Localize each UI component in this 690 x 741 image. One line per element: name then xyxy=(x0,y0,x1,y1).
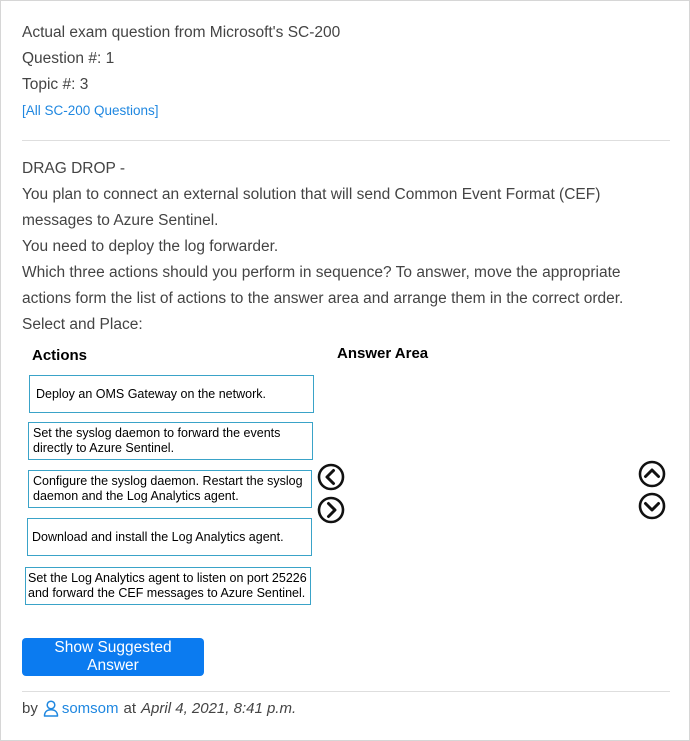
move-left-button[interactable] xyxy=(317,463,345,491)
action-item[interactable]: Configure the syslog daemon. Restart the… xyxy=(28,470,312,508)
divider xyxy=(22,691,670,692)
question-meta: Actual exam question from Microsoft's SC… xyxy=(22,20,340,124)
answer-area-heading: Answer Area xyxy=(337,345,429,362)
chevron-down-icon xyxy=(638,492,666,520)
topic-number: Topic #: 3 xyxy=(22,76,89,93)
user-icon xyxy=(43,700,59,717)
question-instruction: Select and Place: xyxy=(22,316,143,333)
question-text: DRAG DROP - You plan to connect an exter… xyxy=(22,156,672,338)
show-suggested-answer-button[interactable]: Show Suggested Answer xyxy=(22,638,204,676)
at-label: at xyxy=(123,700,137,717)
move-down-button[interactable] xyxy=(638,492,666,520)
all-questions-link[interactable]: [All SC-200 Questions] xyxy=(22,98,340,124)
post-date: April 4, 2021, 8:41 p.m. xyxy=(141,700,297,717)
question-line: You plan to connect an external solution… xyxy=(22,186,601,229)
actions-heading: Actions xyxy=(32,347,88,364)
action-item[interactable]: Set the Log Analytics agent to listen on… xyxy=(25,567,311,605)
question-line: You need to deploy the log forwarder. xyxy=(22,238,279,255)
username-link[interactable]: somsom xyxy=(62,700,119,717)
move-up-button[interactable] xyxy=(638,460,666,488)
question-number: Question #: 1 xyxy=(22,50,115,67)
chevron-up-icon xyxy=(638,460,666,488)
action-item[interactable]: Set the syslog daemon to forward the eve… xyxy=(28,422,313,460)
chevron-left-icon xyxy=(317,463,345,491)
byline: by somsom at April 4, 2021, 8:41 p.m. xyxy=(22,700,296,717)
exam-line: Actual exam question from Microsoft's SC… xyxy=(22,24,341,41)
question-line: Which three actions should you perform i… xyxy=(22,264,624,307)
chevron-right-icon xyxy=(317,496,345,524)
action-item[interactable]: Deploy an OMS Gateway on the network. xyxy=(29,375,314,413)
divider xyxy=(22,140,670,141)
action-item[interactable]: Download and install the Log Analytics a… xyxy=(27,518,312,556)
move-right-button[interactable] xyxy=(317,496,345,524)
by-label: by xyxy=(22,700,38,717)
question-type: DRAG DROP - xyxy=(22,160,126,177)
question-card: Actual exam question from Microsoft's SC… xyxy=(0,0,690,741)
